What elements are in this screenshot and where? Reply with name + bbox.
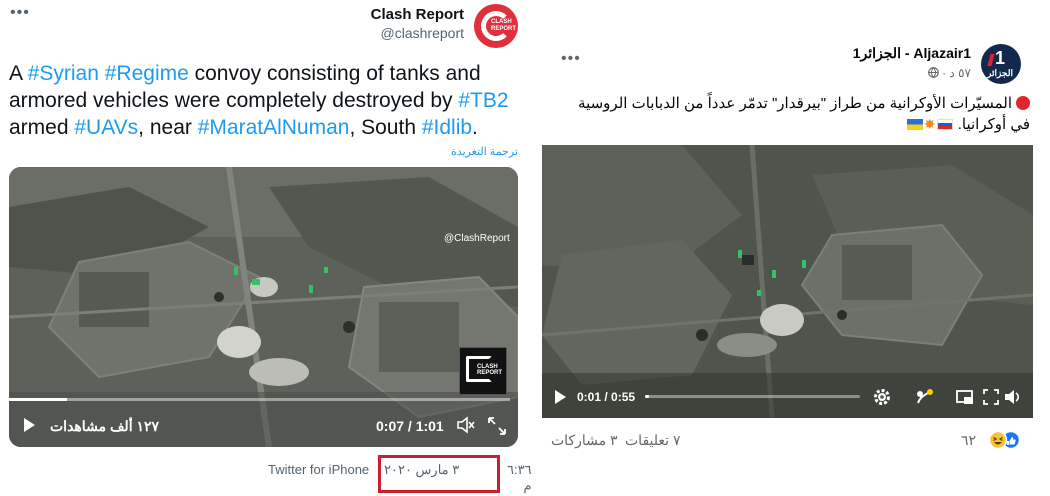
tweet-text-segment: , near: [138, 116, 198, 139]
translate-tweet-link[interactable]: ترجمة التغريدة: [451, 145, 518, 158]
fullscreen-icon[interactable]: [981, 387, 1001, 407]
facebook-video-player[interactable]: [542, 145, 1033, 418]
tweet-time[interactable]: ٦:٣٦ م: [507, 462, 532, 494]
volume-icon[interactable]: [1003, 387, 1023, 407]
post-text: المسيّرات الأوكرانية من طراز "بيرقدار" ت…: [570, 93, 1030, 135]
hashtag-link[interactable]: #Syrian: [28, 62, 99, 85]
page-name[interactable]: Aljazair1 - الجزائر1: [853, 45, 971, 62]
post-time[interactable]: ٥٧ د ·: [927, 66, 971, 80]
tweet-author-handle[interactable]: @clashreport: [381, 25, 464, 41]
post-time-text: ٥٧ د ·: [938, 66, 971, 80]
hashtag-link[interactable]: #UAVs: [74, 116, 138, 139]
clash-report-logo-text: CLASH REPORT: [491, 19, 517, 32]
miniplayer-icon[interactable]: [955, 387, 975, 407]
fullscreen-icon[interactable]: [487, 416, 507, 436]
video-view-count: ١٢٧ ألف مشاهدات: [50, 418, 160, 434]
russia-flag-emoji: [936, 119, 953, 130]
hashtag-link[interactable]: #MaratAlNuman: [198, 116, 350, 139]
facebook-post-card: ••• Aljazair1 - الجزائر1 ٥٧ د · 1 الجزائ…: [541, 0, 1050, 496]
tweet-author-name[interactable]: Clash Report: [371, 6, 464, 23]
tweet-card: ••• Clash Report @clashreport CLASH REPOR…: [0, 0, 532, 496]
explosion-emoji: ✸: [923, 116, 936, 132]
play-icon[interactable]: [555, 390, 566, 404]
video-time-display: 0:07 / 1:01: [376, 418, 444, 434]
play-icon[interactable]: [24, 418, 35, 432]
facebook-video-progress-bar[interactable]: [645, 395, 860, 398]
tweet-text-segment: armed: [9, 116, 75, 139]
page-avatar[interactable]: 1 الجزائر: [981, 44, 1021, 84]
tweet-text-segment: A: [9, 62, 28, 85]
tweet-video-progress-bar[interactable]: [9, 398, 510, 401]
reactions-icon[interactable]: [983, 430, 1023, 450]
drone-footage-frame: [542, 145, 1033, 418]
settings-icon[interactable]: [872, 387, 892, 407]
more-options-icon[interactable]: •••: [561, 50, 581, 68]
post-text-body: المسيّرات الأوكرانية من طراز "بيرقدار" ت…: [578, 95, 1030, 133]
globe-icon: [927, 67, 939, 78]
hashtag-link[interactable]: #Regime: [105, 62, 189, 85]
volume-icon[interactable]: [456, 416, 476, 434]
ukraine-flag-emoji: [906, 119, 923, 130]
hashtag-link[interactable]: #Idlib: [422, 116, 472, 139]
red-circle-emoji: [1016, 96, 1030, 110]
tweet-video-player[interactable]: CLASH REPORT @ClashReport: [9, 167, 518, 447]
tweet-text-segment: , South: [349, 116, 422, 139]
screenshot-root: ••• Clash Report @clashreport CLASH REPOR…: [0, 0, 1050, 496]
reaction-count[interactable]: ٦٢: [961, 432, 976, 449]
tweet-source[interactable]: Twitter for iPhone: [268, 462, 369, 477]
share-count[interactable]: ٣ مشاركات: [551, 432, 618, 449]
video-watermark-logo: CLASH REPORT: [459, 347, 507, 395]
tweet-text-segment: .: [472, 116, 478, 139]
comment-count[interactable]: ٧ تعليقات: [625, 432, 680, 449]
tweet-date[interactable]: ٣ مارس ٢٠٢٠: [384, 462, 459, 478]
drone-footage-frame: [9, 167, 518, 447]
more-options-icon[interactable]: •••: [10, 4, 30, 22]
avatar-number: 1: [995, 48, 1006, 68]
tweet-author-avatar[interactable]: CLASH REPORT: [474, 4, 518, 48]
hd-icon[interactable]: [915, 387, 935, 407]
hashtag-link[interactable]: #TB2: [458, 89, 508, 112]
avatar-text: الجزائر: [987, 68, 1013, 78]
video-watermark-handle: @ClashReport: [444, 233, 510, 244]
video-time-display: 0:01 / 0:55: [577, 390, 636, 404]
tweet-text: A #Syrian #Regime convoy consisting of t…: [9, 60, 509, 141]
